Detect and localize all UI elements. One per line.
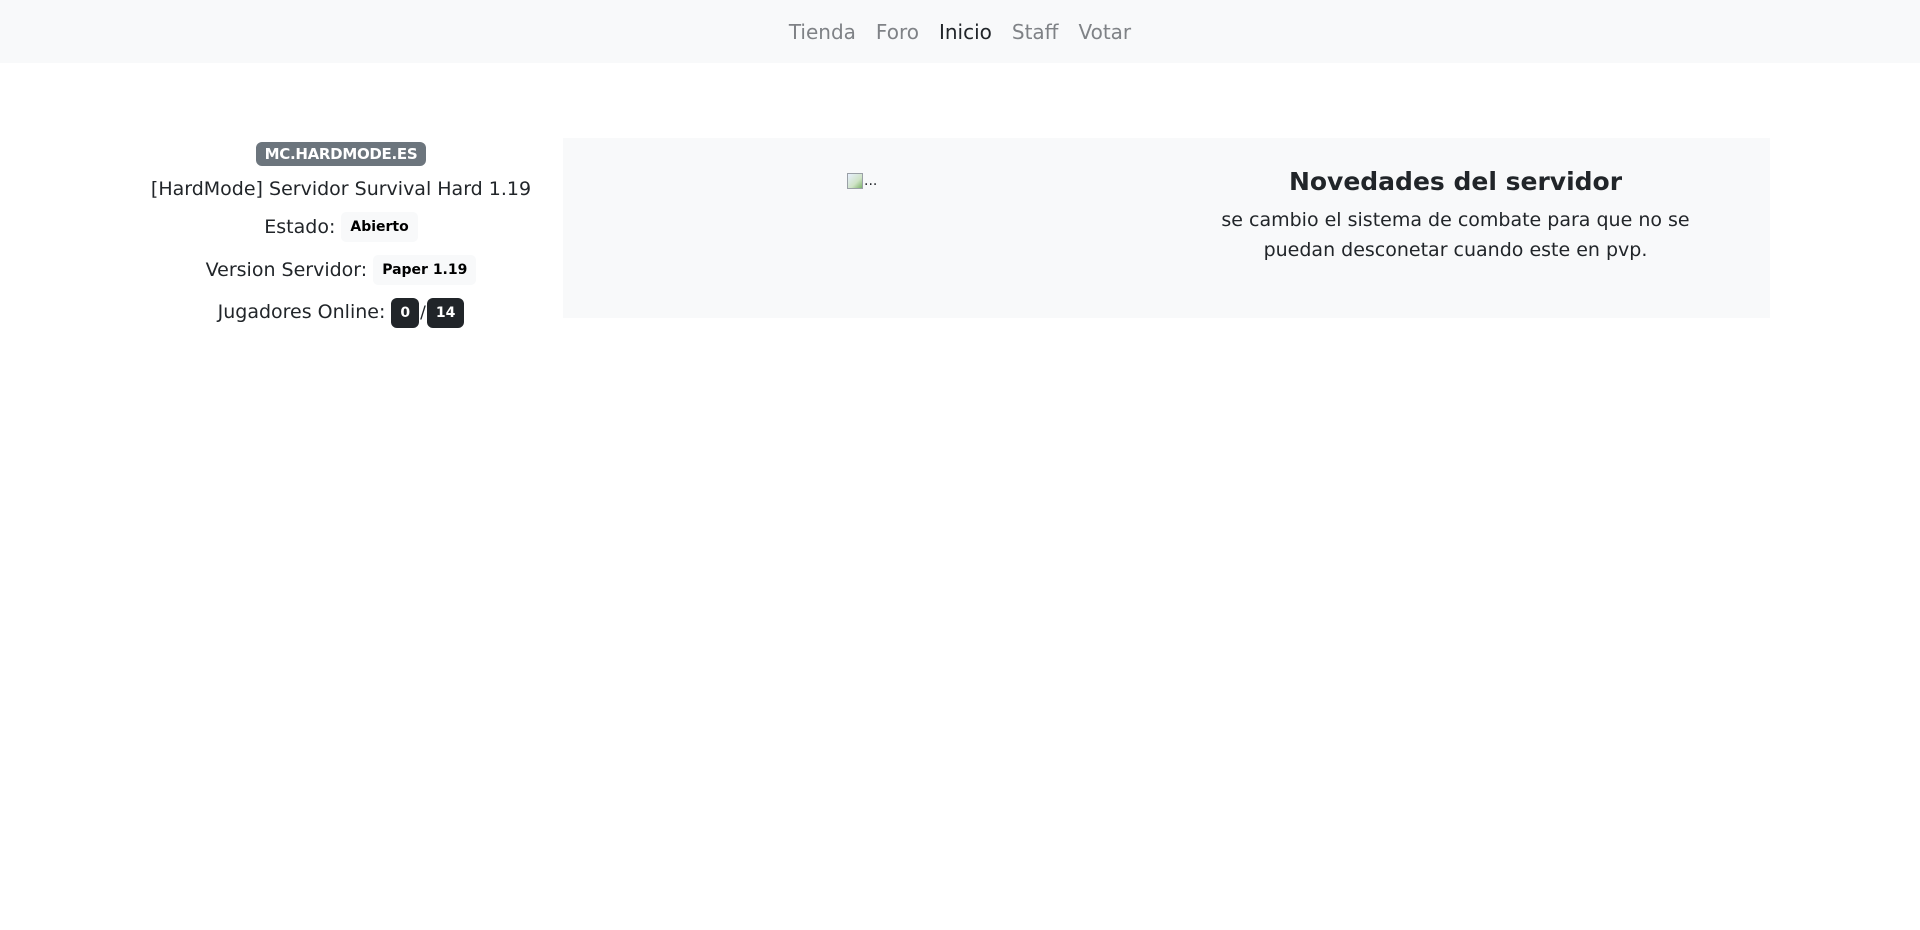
server-title: [HardMode] Servidor Survival Hard 1.19: [150, 178, 532, 200]
nav-list: Tienda Foro Inicio Staff Votar: [779, 20, 1141, 44]
nav-item-staff[interactable]: Staff: [1002, 20, 1069, 44]
status-label: Estado:: [264, 216, 336, 238]
nav-item-inicio[interactable]: Inicio: [929, 20, 1002, 44]
nav-item-votar[interactable]: Votar: [1068, 20, 1141, 44]
news-title: Novedades del servidor: [1288, 167, 1623, 196]
news-body: se cambio el sistema de combate para que…: [1221, 209, 1690, 261]
version-line: Version Servidor: Paper 1.19: [140, 255, 542, 285]
server-address-badge[interactable]: MC.HARDMODE.ES: [255, 142, 427, 166]
players-max-badge: 14: [426, 298, 465, 328]
broken-image-icon: [847, 173, 863, 189]
version-label: Version Servidor:: [205, 259, 368, 281]
top-navbar: Tienda Foro Inicio Staff Votar: [0, 0, 1920, 63]
server-info-panel: MC.HARDMODE.ES [HardMode] Servidor Survi…: [140, 142, 542, 328]
version-badge: Paper 1.19: [373, 255, 477, 285]
news-content: Novedades del servidor se cambio el sist…: [1183, 166, 1728, 265]
status-line: Estado: Abierto: [140, 212, 542, 242]
nav-item-foro[interactable]: Foro: [866, 20, 929, 44]
players-separator: /: [420, 303, 426, 323]
news-image: ...: [847, 173, 883, 195]
status-badge: Abierto: [341, 212, 418, 242]
players-online-badge: 0: [391, 298, 420, 328]
players-label: Jugadores Online:: [217, 301, 386, 323]
players-line: Jugadores Online: 0/14: [140, 298, 542, 328]
nav-item-tienda[interactable]: Tienda: [779, 20, 866, 44]
news-panel: ... Novedades del servidor se cambio el …: [563, 138, 1770, 318]
news-image-alt: ...: [864, 173, 878, 189]
